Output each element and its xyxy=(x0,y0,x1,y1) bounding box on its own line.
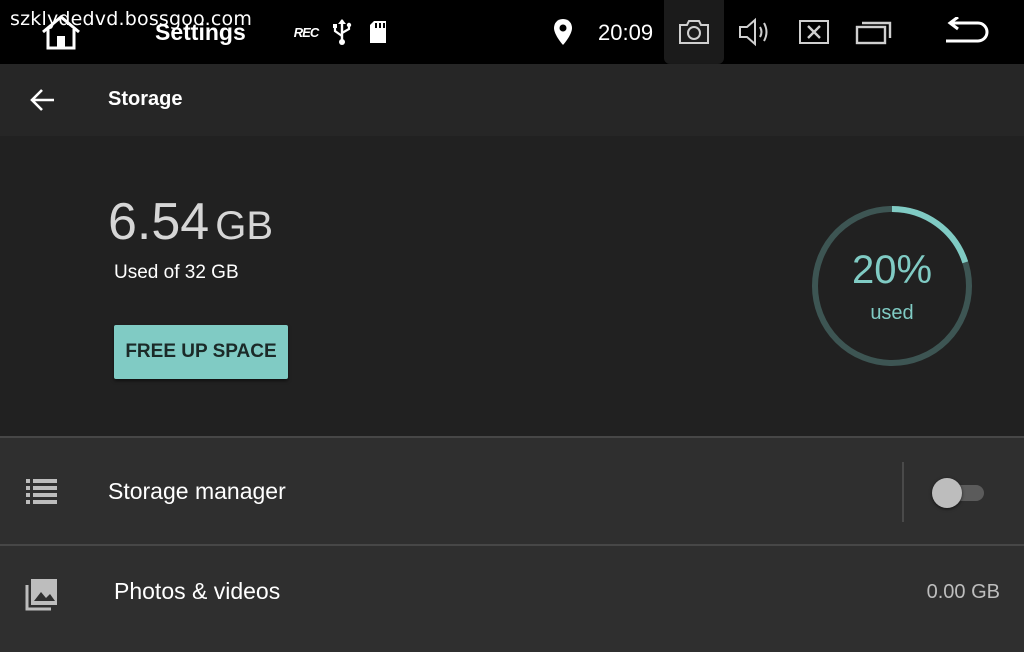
usb-icon xyxy=(331,18,353,46)
close-icon xyxy=(799,20,829,44)
system-status-bar: szklydedvd.bossgoo.com Settings REC 20:0… xyxy=(0,0,1024,64)
used-amount: 6.54 GB xyxy=(108,192,273,252)
storage-manager-icon xyxy=(24,476,60,506)
clock: 20:09 xyxy=(598,20,654,45)
app-title: Settings xyxy=(155,19,246,45)
used-unit: GB xyxy=(215,204,274,248)
close-app-button[interactable] xyxy=(796,16,832,48)
screenshot-button[interactable] xyxy=(664,0,724,64)
arrow-left-icon xyxy=(30,89,54,111)
toggle-thumb xyxy=(932,478,962,508)
page-title: Storage xyxy=(108,88,183,110)
photos-videos-size: 0.00 GB xyxy=(926,581,1000,603)
usage-percent: 20% xyxy=(851,248,933,292)
storage-manager-row[interactable]: Storage manager xyxy=(0,438,1024,544)
photos-videos-label: Photos & videos xyxy=(114,578,281,604)
volume-icon xyxy=(739,17,768,47)
used-of-total: Used of 32 GB xyxy=(114,262,239,283)
navigate-up-button[interactable] xyxy=(24,82,60,118)
storage-manager-label: Storage manager xyxy=(108,478,286,504)
usage-percent-label: used xyxy=(870,302,914,324)
free-up-space-button[interactable]: FREE UP SPACE xyxy=(114,325,288,379)
used-value: 6.54 xyxy=(108,193,210,251)
storage-manager-toggle[interactable] xyxy=(932,476,986,508)
image-icon xyxy=(24,576,60,612)
rec-icon: REC xyxy=(293,24,319,40)
location-icon xyxy=(552,18,574,46)
usage-ring: 20% used xyxy=(806,200,978,372)
recents-icon xyxy=(855,21,892,45)
row-separator xyxy=(902,462,904,522)
sd-card-icon xyxy=(368,20,388,44)
photos-videos-row[interactable]: Photos & videos 0.00 GB xyxy=(0,546,1024,652)
recent-apps-button[interactable] xyxy=(854,16,894,48)
storage-summary: 6.54 GB Used of 32 GB FREE UP SPACE 20% u… xyxy=(0,136,1024,436)
app-bar: Storage xyxy=(0,64,1024,136)
volume-button[interactable] xyxy=(736,14,774,50)
system-back-button[interactable] xyxy=(938,14,992,50)
back-icon xyxy=(946,17,989,43)
camera-icon xyxy=(679,20,709,44)
